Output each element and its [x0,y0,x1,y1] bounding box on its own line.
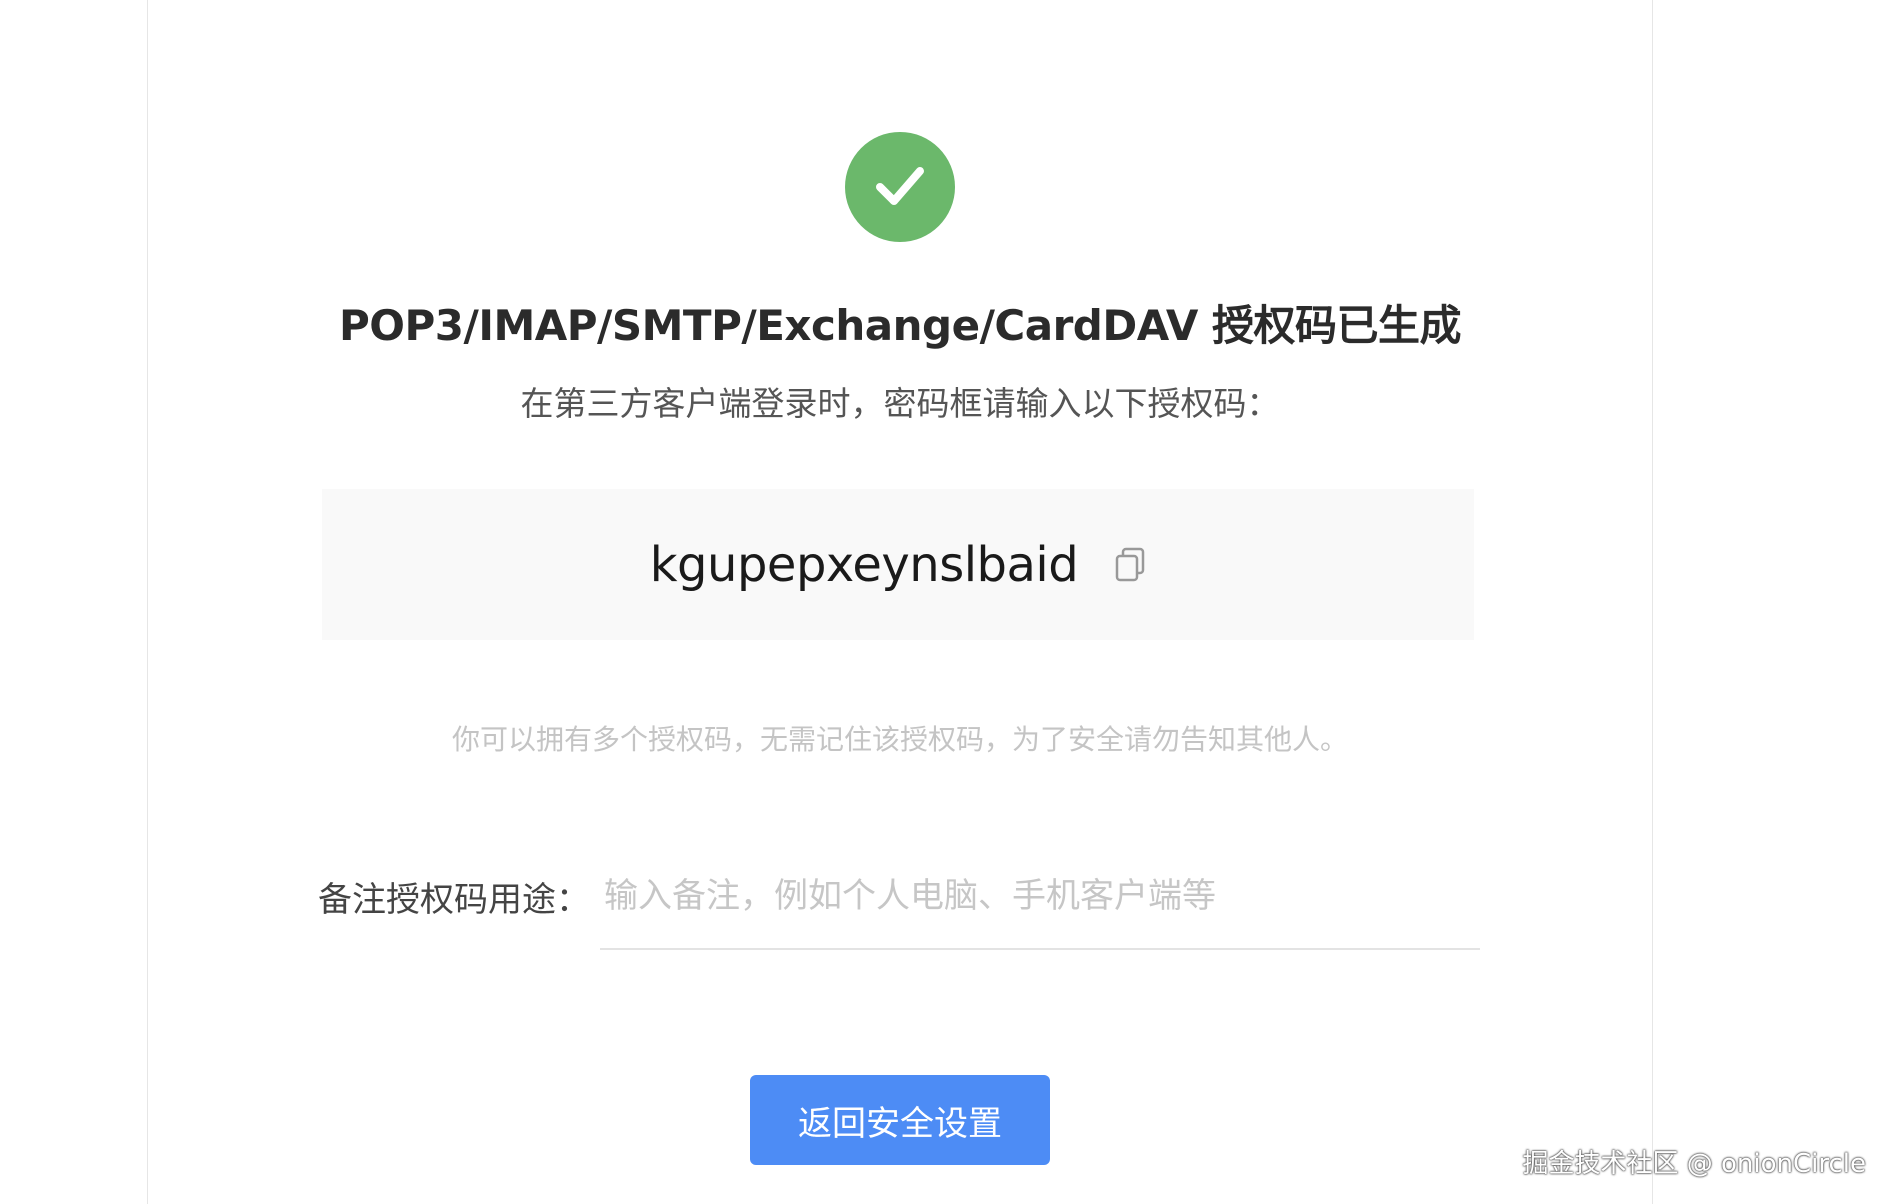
checkmark-icon [876,167,924,205]
auth-code-value[interactable]: kgupepxeynslbaid [650,537,1079,593]
page: POP3/IMAP/SMTP/Exchange/CardDAV 授权码已生成 在… [0,0,1890,1204]
auth-code-box: kgupepxeynslbaid [322,489,1474,640]
remark-label: 备注授权码用途： [318,880,590,920]
remark-form-row: 备注授权码用途： [318,864,1480,954]
copy-icon[interactable] [1114,547,1146,583]
back-to-security-button[interactable]: 返回安全设置 [750,1075,1050,1165]
watermark: 掘金技术社区 @ onionCircle [1522,1149,1866,1179]
check-circle-icon [845,132,955,242]
security-note: 你可以拥有多个授权码，无需记住该授权码，为了安全请勿告知其他人。 [451,723,1348,756]
page-subtitle: 在第三方客户端登录时，密码框请输入以下授权码： [520,384,1280,423]
page-title: POP3/IMAP/SMTP/Exchange/CardDAV 授权码已生成 [339,301,1462,350]
remark-input[interactable] [600,864,1480,950]
